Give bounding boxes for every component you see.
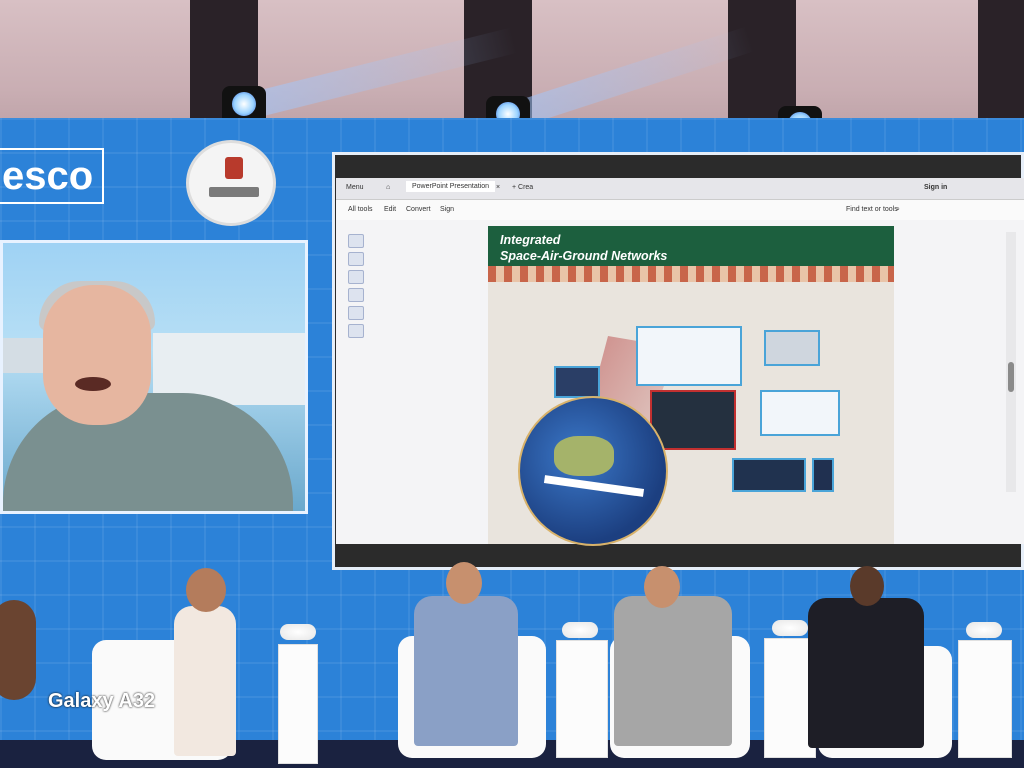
diagram-panel [554,366,600,398]
pdf-viewer-window: Menu ⌂ PowerPoint Presentation × + Crea … [336,178,1024,546]
panelist [808,598,924,748]
flower-arrangement [772,620,808,636]
slide-title-line2: Space-Air-Ground Networks [500,249,668,263]
diagram-panel [650,390,736,450]
close-icon[interactable]: × [496,184,500,191]
scroll-thumb[interactable] [1008,362,1014,392]
flower-arrangement [562,622,598,638]
tab-menu[interactable]: Menu [346,184,364,191]
flower-arrangement [280,624,316,640]
select-tool-icon[interactable] [348,234,364,248]
remote-speaker-video [0,240,308,514]
speaker-head [43,285,151,425]
menu-convert[interactable]: Convert [406,206,431,213]
home-icon[interactable]: ⌂ [386,184,390,191]
slide: Integrated Space-Air-Ground Networks [488,226,894,546]
menu-sign[interactable]: Sign [440,206,454,213]
menu-all-tools[interactable]: All tools [348,206,373,213]
earth-globe-icon [518,396,668,546]
panelist [414,596,518,746]
menu-edit[interactable]: Edit [384,206,396,213]
speaker-body [3,393,293,511]
scrollbar[interactable] [1006,232,1016,492]
search-icon[interactable]: ⌕ [896,206,900,214]
diagram-panel [812,458,834,492]
panelist-head [446,562,482,604]
diagram-panel [760,390,840,436]
tab-document[interactable]: PowerPoint Presentation [406,181,496,192]
comment-tool-icon[interactable] [348,252,364,266]
slide-title: Integrated Space-Air-Ground Networks [500,232,667,264]
side-table [556,640,608,758]
diagram-panel [636,326,742,386]
stamp-tool-icon[interactable] [348,324,364,338]
camera-watermark: Galaxy A32 [48,690,156,712]
foreground-person [0,600,36,700]
slide-header-pattern [488,266,894,282]
flower-arrangement [966,622,1002,638]
lasso-tool-icon[interactable] [348,288,364,302]
unesco-logo: esco [0,148,104,204]
diagram-panel [732,458,806,492]
speaker-mouth [75,377,111,391]
diagram-panel [764,330,820,366]
tab-bar: Menu ⌂ PowerPoint Presentation × + Crea … [336,178,1024,200]
side-table [958,640,1012,758]
text-tool-icon[interactable] [348,306,364,320]
panelist [614,596,732,746]
panelist-head [850,566,884,606]
moderator [174,606,236,756]
draw-tool-icon[interactable] [348,270,364,284]
side-table [278,644,318,764]
tab-new[interactable]: + Crea [512,184,533,191]
slide-title-line1: Integrated [500,233,561,247]
toolbar: All tools Edit Convert Sign Find text or… [336,200,1024,220]
tool-sidebar [346,230,368,360]
panelist-head [644,566,680,608]
find-field[interactable]: Find text or tools [846,206,898,213]
event-photo: esco Menu ⌂ PowerPoint Presentation × + … [0,0,1024,768]
sign-in-button[interactable]: Sign in [924,184,947,191]
slide-header: Integrated Space-Air-Ground Networks [488,226,894,282]
ministry-seal-icon [186,140,276,226]
moderator-head [186,568,226,612]
